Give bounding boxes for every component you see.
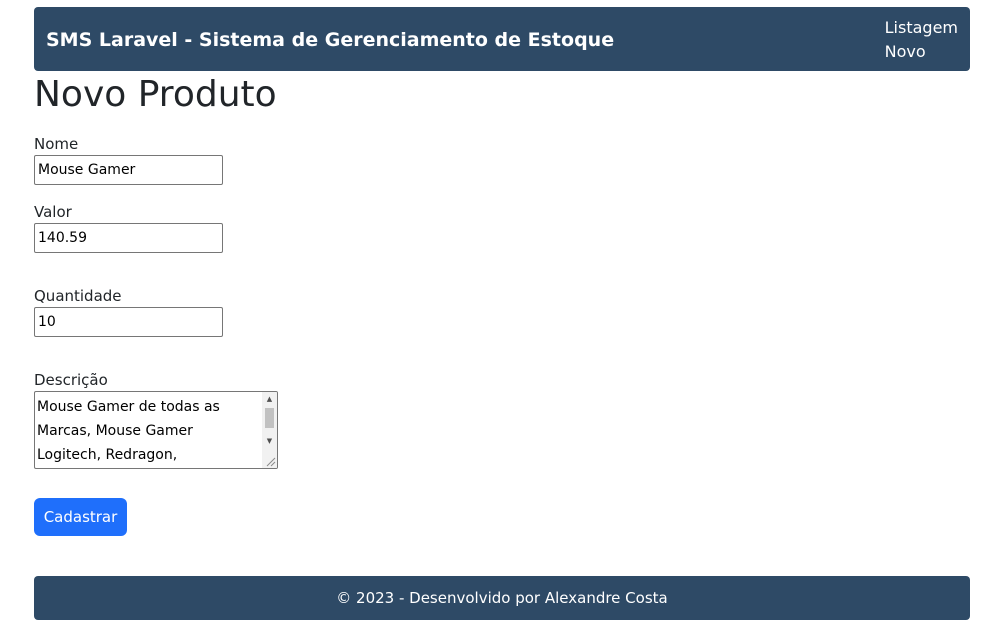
navbar-brand[interactable]: SMS Laravel - Sistema de Gerenciamento d… bbox=[46, 28, 614, 52]
nav-link-listagem[interactable]: Listagem bbox=[885, 16, 958, 40]
descricao-textarea[interactable]: Mouse Gamer de todas as Marcas, Mouse Ga… bbox=[35, 392, 263, 468]
scroll-down-arrow-icon[interactable]: ▼ bbox=[262, 434, 277, 448]
scroll-up-arrow-icon[interactable]: ▲ bbox=[262, 392, 277, 406]
quantidade-input[interactable] bbox=[34, 307, 223, 337]
page-container: SMS Laravel - Sistema de Gerenciamento d… bbox=[34, 7, 970, 620]
scroll-thumb[interactable] bbox=[265, 408, 274, 428]
footer: © 2023 - Desenvolvido por Alexandre Cost… bbox=[34, 576, 970, 620]
nome-label: Nome bbox=[34, 135, 79, 153]
quantidade-label: Quantidade bbox=[34, 287, 122, 305]
valor-input[interactable] bbox=[34, 223, 223, 253]
nome-input[interactable] bbox=[34, 155, 223, 185]
navbar: SMS Laravel - Sistema de Gerenciamento d… bbox=[34, 7, 970, 71]
descricao-label: Descrição bbox=[34, 371, 108, 389]
page-title: Novo Produto bbox=[34, 74, 277, 115]
descricao-textarea-wrapper: Mouse Gamer de todas as Marcas, Mouse Ga… bbox=[34, 391, 278, 469]
valor-label: Valor bbox=[34, 203, 72, 221]
cadastrar-button[interactable]: Cadastrar bbox=[34, 498, 127, 536]
nav-links: Listagem Novo bbox=[885, 16, 958, 64]
resize-grip-icon[interactable] bbox=[262, 453, 277, 468]
nav-link-novo[interactable]: Novo bbox=[885, 40, 958, 64]
